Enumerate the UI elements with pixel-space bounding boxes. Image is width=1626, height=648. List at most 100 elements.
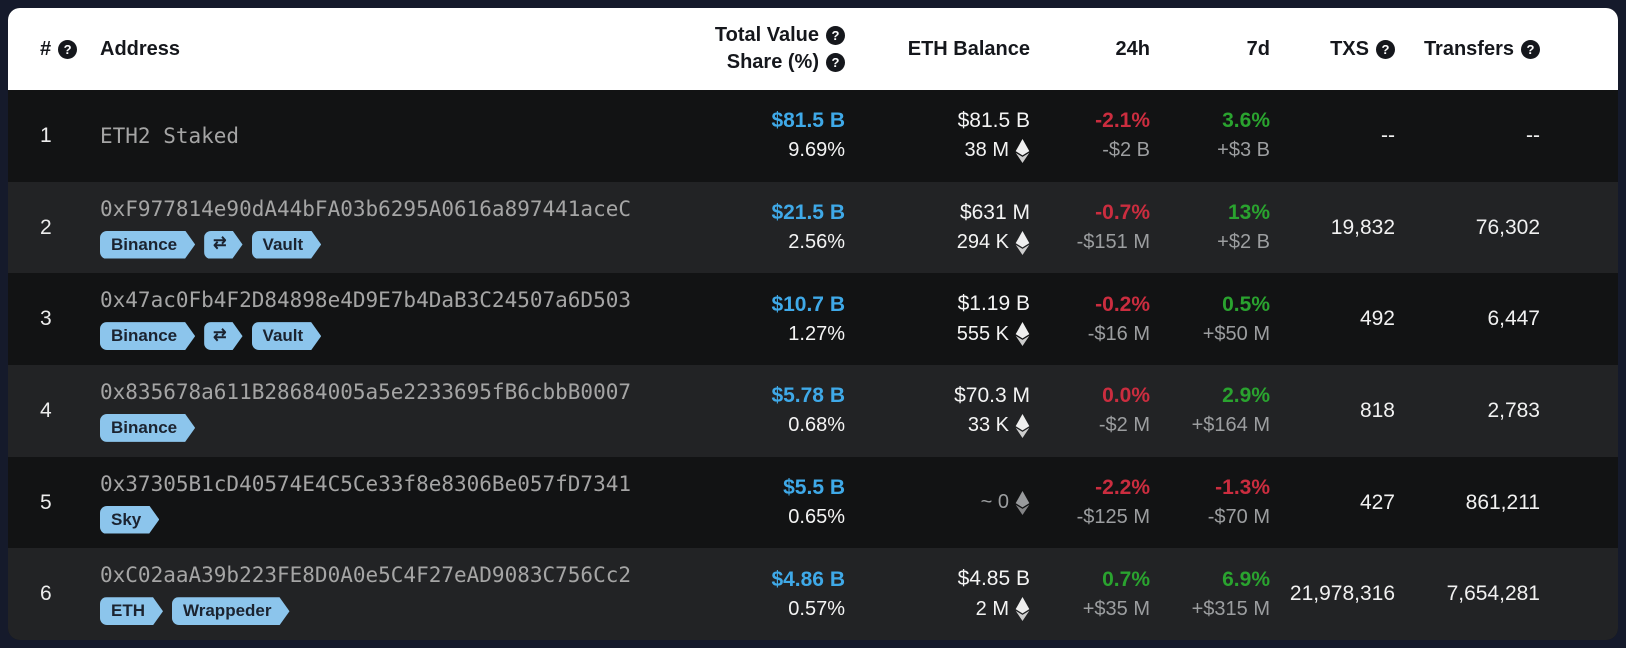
eth-balance-usd: $631 M <box>960 201 1030 225</box>
d7-header-label: 7d <box>1247 38 1270 61</box>
change-7d-percent: 6.9% <box>1222 568 1270 592</box>
change-24h-cell: 0.0% -$2 M <box>1030 365 1150 457</box>
eth-balance-amount: 2 M <box>976 597 1030 621</box>
change-24h-cell: -0.7% -$151 M <box>1030 182 1150 274</box>
rank-cell: 2 <box>40 182 100 274</box>
change-24h-usd: -$2 M <box>1099 414 1150 437</box>
total-value-cell: $81.5 B 9.69% <box>668 90 845 182</box>
table-row[interactable]: 1 ETH2 Staked $81.5 B 9.69% $81.5 B 38 M <box>8 90 1618 182</box>
table-body: 1 ETH2 Staked $81.5 B 9.69% $81.5 B 38 M <box>8 90 1618 640</box>
change-24h-cell: -0.2% -$16 M <box>1030 273 1150 365</box>
table-row[interactable]: 5 0x37305B1cD40574E4C5Ce33f8e8306Be057fD… <box>8 457 1618 549</box>
total-value-cell: $5.5 B 0.65% <box>668 457 845 549</box>
share-percent: 2.56% <box>788 231 845 254</box>
address-link[interactable]: ETH2 Staked <box>100 124 239 148</box>
transfers-cell: 2,783 <box>1395 365 1540 457</box>
total-value-cell: $5.78 B 0.68% <box>668 365 845 457</box>
header-txs: TXS ? <box>1270 8 1395 90</box>
change-7d-percent: 3.6% <box>1222 109 1270 133</box>
eth-balance-usd: $4.85 B <box>958 567 1030 591</box>
txs-count: 427 <box>1360 491 1395 515</box>
change-7d-usd: +$3 B <box>1217 139 1270 162</box>
change-24h-percent: -2.2% <box>1095 476 1150 500</box>
txs-header-label: TXS <box>1330 38 1369 61</box>
header-7d: 7d <box>1150 8 1270 90</box>
rank-cell: 1 <box>40 90 100 182</box>
change-24h-usd: -$125 M <box>1077 506 1150 529</box>
txs-cell: 21,978,316 <box>1270 548 1395 640</box>
address-tag[interactable]: Vault <box>252 231 322 259</box>
rank-help-icon[interactable]: ? <box>58 40 77 59</box>
change-7d-usd: +$50 M <box>1203 323 1270 346</box>
total-value: $81.5 B <box>771 109 845 133</box>
address-cell: 0x37305B1cD40574E4C5Ce33f8e8306Be057fD73… <box>100 457 668 549</box>
address-tag[interactable]: Wrappeder <box>172 597 290 625</box>
address-link[interactable]: 0x47ac0Fb4F2D84898e4D9E7b4DaB3C24507a6D5… <box>100 288 631 312</box>
txs-help-icon[interactable]: ? <box>1376 40 1395 59</box>
address-cell: 0xF977814e90dA44bFA03b6295A0616a897441ac… <box>100 182 668 274</box>
ethereum-diamond-icon <box>1015 322 1030 346</box>
change-7d-usd: +$315 M <box>1192 598 1270 621</box>
change-7d-percent: 13% <box>1228 201 1270 225</box>
table-row[interactable]: 3 0x47ac0Fb4F2D84898e4D9E7b4DaB3C24507a6… <box>8 273 1618 365</box>
address-link[interactable]: 0x37305B1cD40574E4C5Ce33f8e8306Be057fD73… <box>100 472 631 496</box>
eth-balance-cell: $1.19 B 555 K <box>845 273 1030 365</box>
ethereum-diamond-icon <box>1015 491 1030 515</box>
total-value-header-label: Total Value <box>715 24 819 47</box>
transfers-header-label: Transfers <box>1424 38 1514 61</box>
total-value: $21.5 B <box>771 201 845 225</box>
eth-balance-usd: $81.5 B <box>958 109 1030 133</box>
address-tag[interactable]: Binance <box>100 231 195 259</box>
transfers-count: 6,447 <box>1487 307 1540 331</box>
transfers-count: -- <box>1526 124 1540 148</box>
address-tag[interactable]: Binance <box>100 322 195 350</box>
table-row[interactable]: 2 0xF977814e90dA44bFA03b6295A0616a897441… <box>8 182 1618 274</box>
txs-count: 818 <box>1360 399 1395 423</box>
address-link[interactable]: 0xC02aaA39b223FE8D0A0e5C4F27eAD9083C756C… <box>100 563 631 587</box>
share-help-icon[interactable]: ? <box>826 53 845 72</box>
change-24h-usd: -$16 M <box>1088 323 1150 346</box>
transfers-cell: 861,211 <box>1395 457 1540 549</box>
change-7d-cell: 13% +$2 B <box>1150 182 1270 274</box>
header-rank: # ? <box>40 8 100 90</box>
total-value-help-icon[interactable]: ? <box>826 26 845 45</box>
share-percent: 0.65% <box>788 506 845 529</box>
total-value-cell: $4.86 B 0.57% <box>668 548 845 640</box>
eth-balance-amount: 294 K <box>957 231 1030 255</box>
total-value: $5.78 B <box>771 384 845 408</box>
address-link[interactable]: 0x835678a611B28684005a5e2233695fB6cbbB00… <box>100 380 631 404</box>
transfers-count: 7,654,281 <box>1447 582 1540 606</box>
share-header-label: Share (%) <box>727 51 819 74</box>
transfers-count: 76,302 <box>1476 216 1540 240</box>
header-eth-balance: ETH Balance <box>845 8 1030 90</box>
address-tags: Binance ⇄ Vault <box>100 231 321 259</box>
address-tag[interactable]: Binance <box>100 414 195 442</box>
swap-icon[interactable]: ⇄ <box>204 322 242 350</box>
address-tag[interactable]: Sky <box>100 506 159 534</box>
rank-value: 5 <box>40 491 52 515</box>
transfers-count: 861,211 <box>1466 491 1540 515</box>
ethereum-diamond-icon <box>1015 231 1030 255</box>
eth-balance-amount: 555 K <box>957 322 1030 346</box>
table-row[interactable]: 6 0xC02aaA39b223FE8D0A0e5C4F27eAD9083C75… <box>8 548 1618 640</box>
eth-balance-cell: $70.3 M 33 K <box>845 365 1030 457</box>
address-tag[interactable]: Vault <box>252 322 322 350</box>
ethereum-diamond-icon <box>1015 139 1030 163</box>
eth-balance-header-label: ETH Balance <box>908 38 1030 61</box>
header-total-value: Total Value ? Share (%) ? <box>668 8 845 90</box>
txs-cell: 818 <box>1270 365 1395 457</box>
transfers-help-icon[interactable]: ? <box>1521 40 1540 59</box>
address-tag[interactable]: ETH <box>100 597 163 625</box>
swap-icon[interactable]: ⇄ <box>204 231 242 259</box>
table-row[interactable]: 4 0x835678a611B28684005a5e2233695fB6cbbB… <box>8 365 1618 457</box>
change-7d-cell: 2.9% +$164 M <box>1150 365 1270 457</box>
total-value: $4.86 B <box>771 568 845 592</box>
eth-balance-usd: $70.3 M <box>954 384 1030 408</box>
txs-cell: 19,832 <box>1270 182 1395 274</box>
change-24h-usd: -$2 B <box>1102 139 1150 162</box>
address-link[interactable]: 0xF977814e90dA44bFA03b6295A0616a897441ac… <box>100 197 631 221</box>
change-7d-cell: 0.5% +$50 M <box>1150 273 1270 365</box>
total-value-cell: $10.7 B 1.27% <box>668 273 845 365</box>
txs-count: 21,978,316 <box>1290 582 1395 606</box>
txs-count: -- <box>1381 124 1395 148</box>
